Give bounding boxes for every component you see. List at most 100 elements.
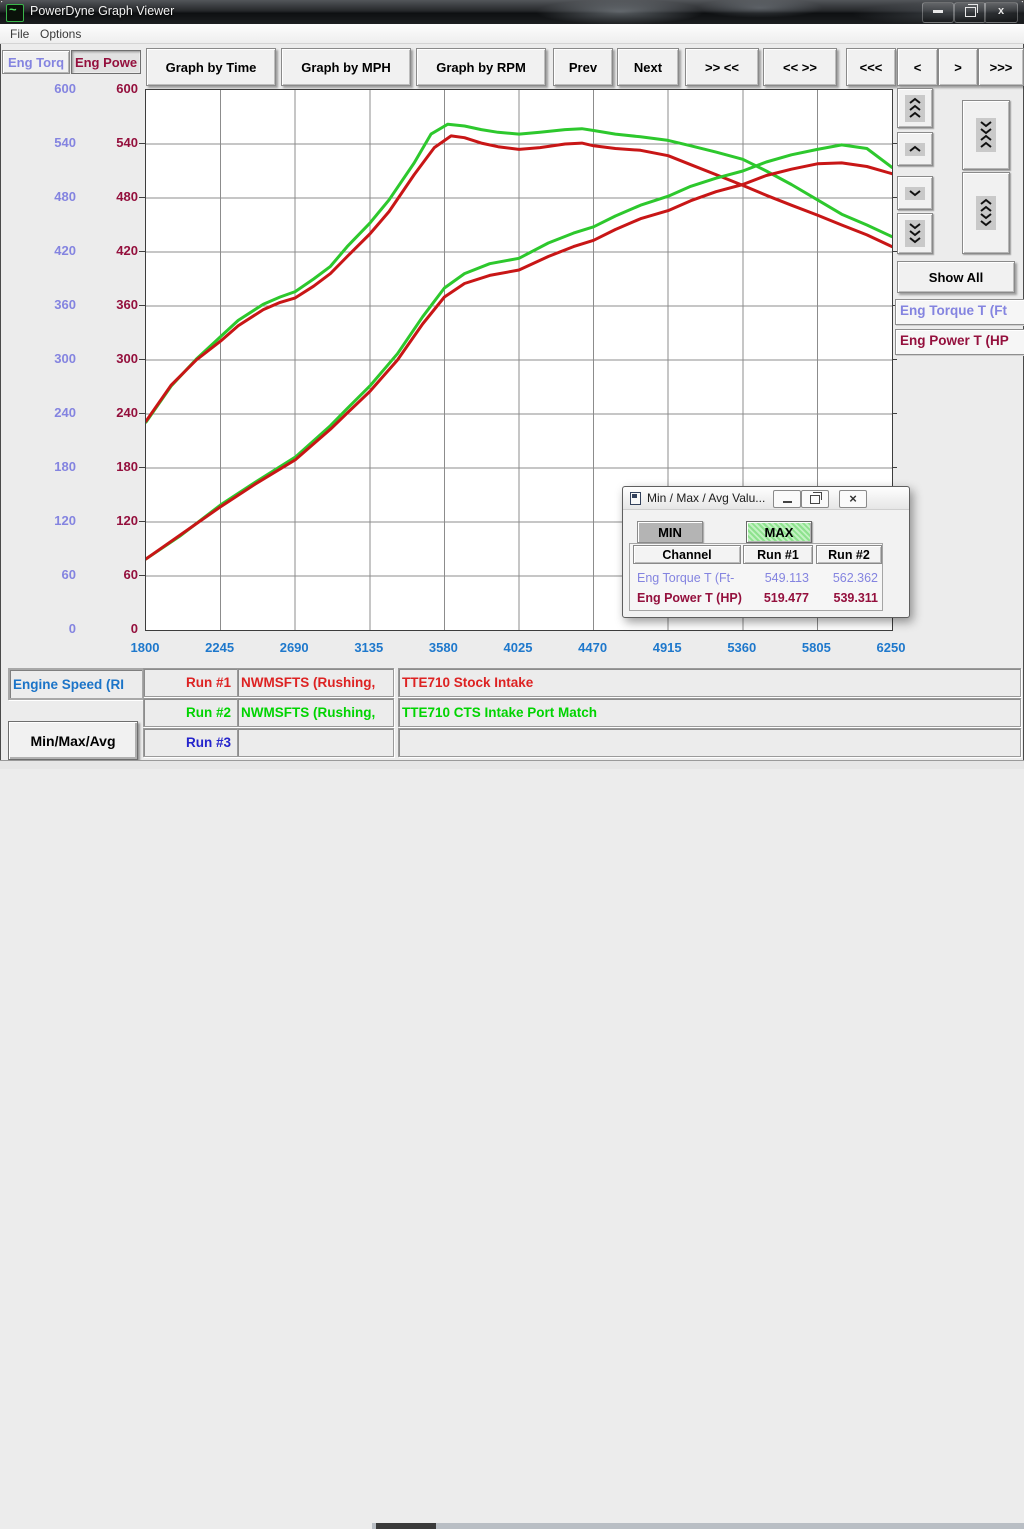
x-axis-channel-label: Engine Speed (RI (8, 668, 144, 700)
x-axis-tick-label: 2245 (188, 640, 252, 655)
column-header-run1[interactable]: Run #1 (743, 545, 813, 564)
scroll-up-button[interactable] (897, 132, 933, 166)
powerdyne-window: PowerDyne Graph Viewer x File Options En… (0, 0, 1024, 768)
arrows-out-button[interactable]: << >> (763, 48, 837, 86)
y-axis-tick-label-power: 420 (96, 243, 138, 258)
minmax-row-value: 539.311 (818, 591, 878, 605)
y-axis-tick-label-power: 360 (96, 297, 138, 312)
first-button[interactable]: <<< (846, 48, 896, 86)
y-axis-tick-label-torque: 0 (34, 621, 76, 636)
background-window-notch (376, 1523, 436, 1529)
restore-icon (965, 7, 976, 17)
minmax-row-value: 519.477 (749, 591, 809, 605)
restore-icon (810, 495, 820, 504)
x-axis-tick-label: 3580 (411, 640, 475, 655)
y-axis-tick-label-power: 120 (96, 513, 138, 528)
run-3-description (398, 728, 1021, 757)
minmax-restore-button[interactable] (801, 490, 829, 508)
y-axis-tick-label-torque: 540 (34, 135, 76, 150)
y-axis-tick-label-power: 0 (96, 621, 138, 636)
column-header-channel[interactable]: Channel (633, 545, 741, 564)
y-axis-tick-label-torque: 120 (34, 513, 76, 528)
minmax-window-icon (630, 492, 641, 505)
menu-bar: File Options (0, 24, 1024, 44)
show-all-button[interactable]: Show All (897, 261, 1015, 293)
run-3-label: Run #3 (143, 728, 238, 757)
graph-by-rpm-button[interactable]: Graph by RPM (416, 48, 546, 86)
minimize-icon (783, 501, 792, 503)
last-button[interactable]: >>> (978, 48, 1024, 86)
y-axis-tick-label-torque: 480 (34, 189, 76, 204)
y-axis-tick-label-power: 300 (96, 351, 138, 366)
x-axis-tick-label: 2690 (262, 640, 326, 655)
run-3-source (237, 728, 394, 757)
minmax-title-bar: Min / Max / Avg Valu... × (623, 487, 909, 510)
torque-axis-legend: Eng Torque T (Ft (895, 299, 1024, 325)
x-axis-tick-label: 5805 (784, 640, 848, 655)
x-axis-tick-label: 6250 (859, 640, 923, 655)
next-button[interactable]: Next (617, 48, 679, 86)
x-axis-tick-label: 5360 (710, 640, 774, 655)
minmax-values-window: Min / Max / Avg Valu... × MIN MAX Channe… (622, 486, 910, 618)
x-axis-tick-label: 4915 (635, 640, 699, 655)
chevrons-expand-icon (976, 196, 996, 230)
run-1-description: TTE710 Stock Intake (398, 668, 1021, 697)
y-axis-tick-label-power: 180 (96, 459, 138, 474)
y-axis-tick-label-power: 540 (96, 135, 138, 150)
x-axis-tick-label: 1800 (113, 640, 177, 655)
arrows-in-button[interactable]: >> << (685, 48, 759, 86)
run-1-source: NWMSFTS (Rushing, (237, 668, 394, 697)
x-axis-tick-label: 4025 (486, 640, 550, 655)
minmax-row-channel: Eng Power T (HP) (637, 591, 742, 605)
y-axis-tick-label-power: 240 (96, 405, 138, 420)
min-toggle-button[interactable]: MIN (637, 521, 703, 543)
scroll-top-button[interactable] (897, 88, 933, 128)
menu-options[interactable]: Options (36, 26, 85, 42)
scroll-down-button[interactable] (897, 176, 933, 210)
close-button[interactable]: x (984, 2, 1018, 23)
run-1-label: Run #1 (143, 668, 238, 697)
y-axis-tick-label-torque: 300 (34, 351, 76, 366)
close-icon: × (849, 492, 857, 506)
minmax-close-button[interactable]: × (839, 490, 867, 508)
run-2-source: NWMSFTS (Rushing, (237, 698, 394, 727)
scroll-bottom-button[interactable] (897, 213, 933, 254)
column-header-run2[interactable]: Run #2 (816, 545, 882, 564)
run-2-label: Run #2 (143, 698, 238, 727)
y-axis-tick-label-torque: 240 (34, 405, 76, 420)
y-axis-tick-label-power: 60 (96, 567, 138, 582)
minimize-icon (933, 10, 943, 13)
eng-torque-axis-button[interactable]: Eng Torq (2, 50, 70, 74)
y-axis-tick-label-power: 600 (96, 81, 138, 96)
eng-power-axis-button[interactable]: Eng Powe (71, 50, 141, 74)
close-icon: x (998, 5, 1004, 17)
chevrons-down-triple-icon (905, 220, 925, 247)
graph-by-time-button[interactable]: Graph by Time (146, 48, 276, 86)
y-axis-tick-label-torque: 60 (34, 567, 76, 582)
y-zoom-in-button[interactable] (962, 100, 1010, 170)
minmax-row-value: 549.113 (749, 571, 809, 585)
minimize-button[interactable] (922, 2, 954, 23)
max-toggle-button[interactable]: MAX (746, 521, 812, 543)
chevrons-up-triple-icon (905, 95, 925, 122)
y-axis-tick-label-torque: 180 (34, 459, 76, 474)
chevron-down-icon (905, 187, 925, 200)
step-back-button[interactable]: < (897, 48, 938, 86)
menu-file[interactable]: File (6, 26, 33, 42)
y-zoom-out-button[interactable] (962, 172, 1010, 254)
chevrons-compress-icon (976, 118, 996, 152)
prev-button[interactable]: Prev (553, 48, 613, 86)
y-axis-tick-label-torque: 600 (34, 81, 76, 96)
step-forward-button[interactable]: > (938, 48, 978, 86)
minmaxavg-button[interactable]: Min/Max/Avg (8, 721, 138, 760)
restore-button[interactable] (954, 2, 986, 23)
y-axis-tick-label-torque: 420 (34, 243, 76, 258)
app-icon (6, 4, 24, 22)
minmax-minimize-button[interactable] (773, 490, 801, 508)
y-axis-tick-label-power: 480 (96, 189, 138, 204)
graph-by-mph-button[interactable]: Graph by MPH (281, 48, 411, 86)
run-2-description: TTE710 CTS Intake Port Match (398, 698, 1021, 727)
chevron-up-icon (905, 143, 925, 156)
minmax-row-value: 562.362 (818, 571, 878, 585)
background-window-edge (372, 1523, 1024, 1529)
